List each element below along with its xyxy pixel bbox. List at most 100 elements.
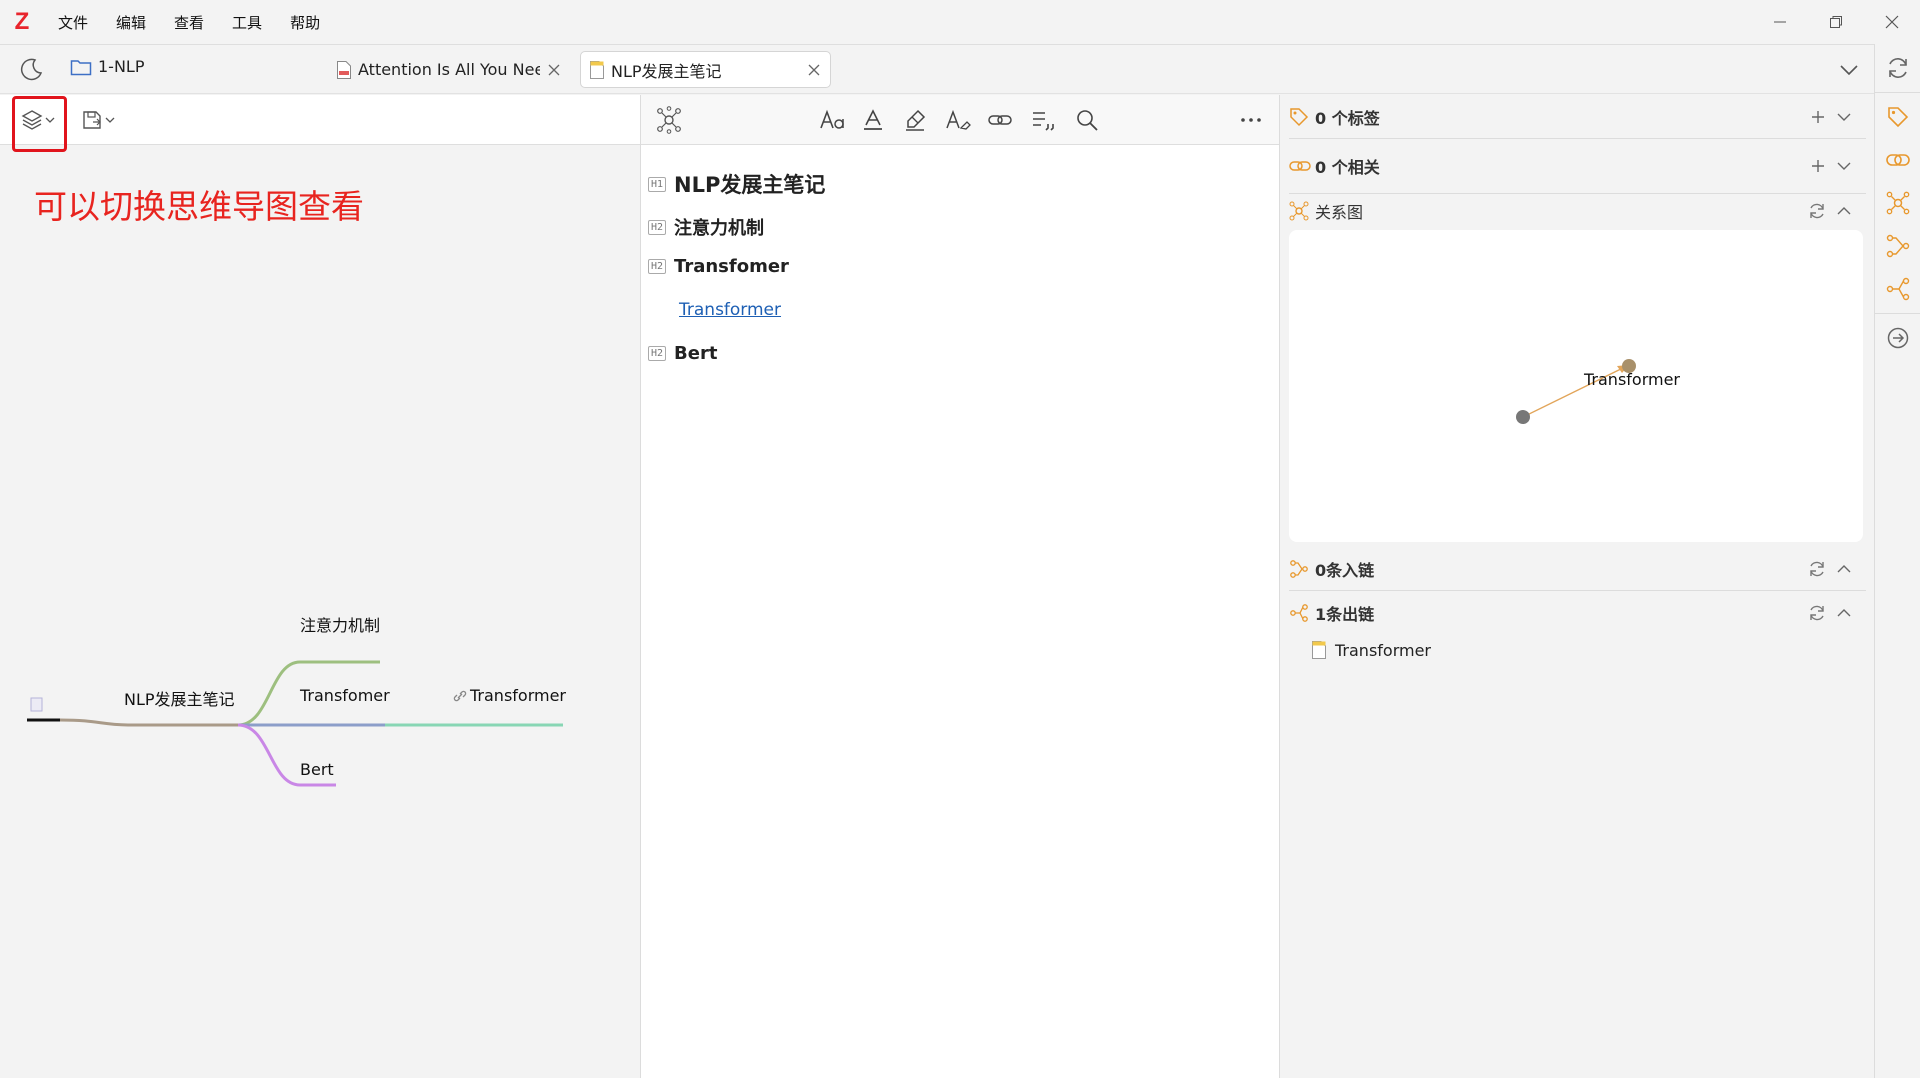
heading-text: 注意力机制 (674, 218, 765, 239)
mind-map-link-node[interactable]: Transformer (452, 686, 566, 705)
clear-format-icon (946, 109, 971, 130)
refresh-icon[interactable] (1808, 560, 1826, 578)
tag-icon (1290, 107, 1309, 126)
insert-link-button[interactable] (987, 107, 1013, 133)
mind-map-root[interactable]: NLP发展主笔记 (124, 686, 235, 710)
search-icon (1077, 110, 1098, 131)
mind-map-node[interactable]: 注意力机制 (300, 612, 380, 636)
heading-2[interactable]: H2 Transfomer (648, 256, 789, 277)
close-tab-icon[interactable] (546, 62, 562, 78)
mind-map-node[interactable]: Transfomer (300, 686, 390, 705)
menu-tools[interactable]: 工具 (232, 12, 262, 33)
menu-file[interactable]: 文件 (58, 12, 88, 33)
close-tab-icon[interactable] (806, 62, 822, 78)
inlink-icon[interactable] (1886, 234, 1910, 258)
relation-graph-section[interactable]: 关系图 (1281, 194, 1874, 228)
editor-toolbar (641, 95, 1279, 145)
tag-icon[interactable] (1886, 105, 1910, 129)
tab-note-title: NLP发展主笔记 (611, 61, 722, 81)
tab-pdf[interactable]: Attention Is All You Need (328, 51, 570, 88)
tab-pdf-title: Attention Is All You Need (358, 60, 540, 79)
tab-list-dropdown[interactable] (1838, 59, 1860, 85)
minimize-button[interactable] (1752, 0, 1808, 44)
inlinks-section[interactable]: 0条入链 (1281, 547, 1874, 590)
relation-graph-canvas[interactable]: Transformer (1289, 230, 1863, 542)
outlink-icon[interactable] (1886, 277, 1910, 301)
heading-text: Transfomer (674, 256, 789, 277)
dark-mode-toggle[interactable] (18, 57, 44, 87)
note-icon (590, 60, 604, 79)
restore-button[interactable] (1808, 0, 1864, 44)
mind-map-link-label: Transformer (470, 686, 567, 705)
locate-icon[interactable] (1886, 326, 1910, 350)
outlink-item[interactable]: Transformer (1311, 640, 1431, 660)
editor-pane: H1 NLP发展主笔记 H2 注意力机制 H2 Transfomer Trans… (640, 95, 1280, 1078)
folder-icon (70, 59, 92, 75)
heading-2[interactable]: H2 注意力机制 (648, 214, 764, 240)
citation-icon (1033, 112, 1054, 131)
graph-node-label[interactable]: Transformer (1584, 370, 1680, 389)
highlighter-icon (906, 109, 926, 131)
side-nav (1874, 44, 1920, 1078)
add-icon[interactable] (1810, 109, 1826, 125)
heading-level-badge: H2 (648, 346, 667, 361)
link-icon (988, 115, 1012, 125)
graph-view-button[interactable] (655, 106, 683, 134)
heading-level-badge: H2 (648, 219, 667, 235)
chevron-down-icon[interactable] (1836, 158, 1852, 174)
mind-map: NLP发展主笔记 注意力机制 Transfomer Bert Transform… (0, 495, 640, 815)
refresh-icon[interactable] (1808, 202, 1826, 220)
more-options-button[interactable] (1239, 107, 1263, 133)
app-logo: Z (14, 8, 30, 35)
close-window-button[interactable] (1864, 0, 1920, 44)
chevron-down-icon (1840, 65, 1858, 76)
heading-level-badge: H2 (648, 259, 667, 274)
left-pane: 可以切换思维导图查看 NLP发展主笔记 注意力机制 Transfomer Ber… (0, 95, 640, 1078)
highlight-button[interactable] (903, 107, 927, 133)
mind-map-node[interactable]: Bert (300, 760, 334, 779)
menu-edit[interactable]: 编辑 (116, 12, 146, 33)
pdf-icon (337, 60, 351, 79)
chevron-up-icon[interactable] (1836, 605, 1852, 621)
divider (1875, 313, 1920, 314)
restore-icon (1830, 16, 1842, 28)
refresh-icon[interactable] (1808, 604, 1826, 622)
related-icon[interactable] (1886, 148, 1910, 172)
export-button[interactable] (80, 107, 116, 133)
related-count: 0 个相关 (1315, 158, 1380, 177)
heading-1[interactable]: H1 NLP发展主笔记 (648, 169, 825, 199)
network-icon (1289, 201, 1309, 221)
text-color-button[interactable] (861, 107, 885, 133)
tags-section[interactable]: 0 个标签 (1281, 95, 1874, 138)
moon-icon (20, 58, 43, 81)
relation-graph-title: 关系图 (1315, 203, 1364, 222)
outlinks-count: 1条出链 (1315, 604, 1375, 624)
minimize-icon (1774, 21, 1786, 23)
tab-library-label: 1-NLP (98, 57, 145, 76)
heading-level-badge: H1 (648, 176, 667, 192)
heading-text: NLP发展主笔记 (674, 173, 826, 197)
chevron-up-icon[interactable] (1836, 561, 1852, 577)
sync-icon[interactable] (1886, 56, 1910, 80)
related-section[interactable]: 0 个相关 (1281, 139, 1874, 193)
heading-text: Bert (674, 343, 718, 364)
chevron-down-icon[interactable] (1836, 109, 1852, 125)
tab-note[interactable]: NLP发展主笔记 (580, 51, 831, 88)
note-link[interactable]: Transformer (679, 300, 781, 320)
heading-2[interactable]: H2 Bert (648, 343, 717, 364)
citation-button[interactable] (1031, 107, 1057, 133)
more-icon (1241, 118, 1261, 122)
network-icon (657, 106, 681, 134)
menu-view[interactable]: 查看 (174, 12, 204, 33)
outlinks-section[interactable]: 1条出链 (1281, 591, 1874, 634)
text-format-button[interactable] (819, 107, 847, 133)
divider (1875, 92, 1920, 93)
menu-help[interactable]: 帮助 (290, 12, 320, 33)
tab-library[interactable]: 1-NLP (70, 57, 144, 76)
tab-bar: 1-NLP Attention Is All You Need NLP发展主笔记 (0, 44, 1920, 94)
network-icon[interactable] (1886, 191, 1910, 215)
find-button[interactable] (1075, 107, 1099, 133)
chevron-up-icon[interactable] (1836, 203, 1852, 219)
add-icon[interactable] (1810, 158, 1826, 174)
clear-format-button[interactable] (945, 107, 971, 133)
